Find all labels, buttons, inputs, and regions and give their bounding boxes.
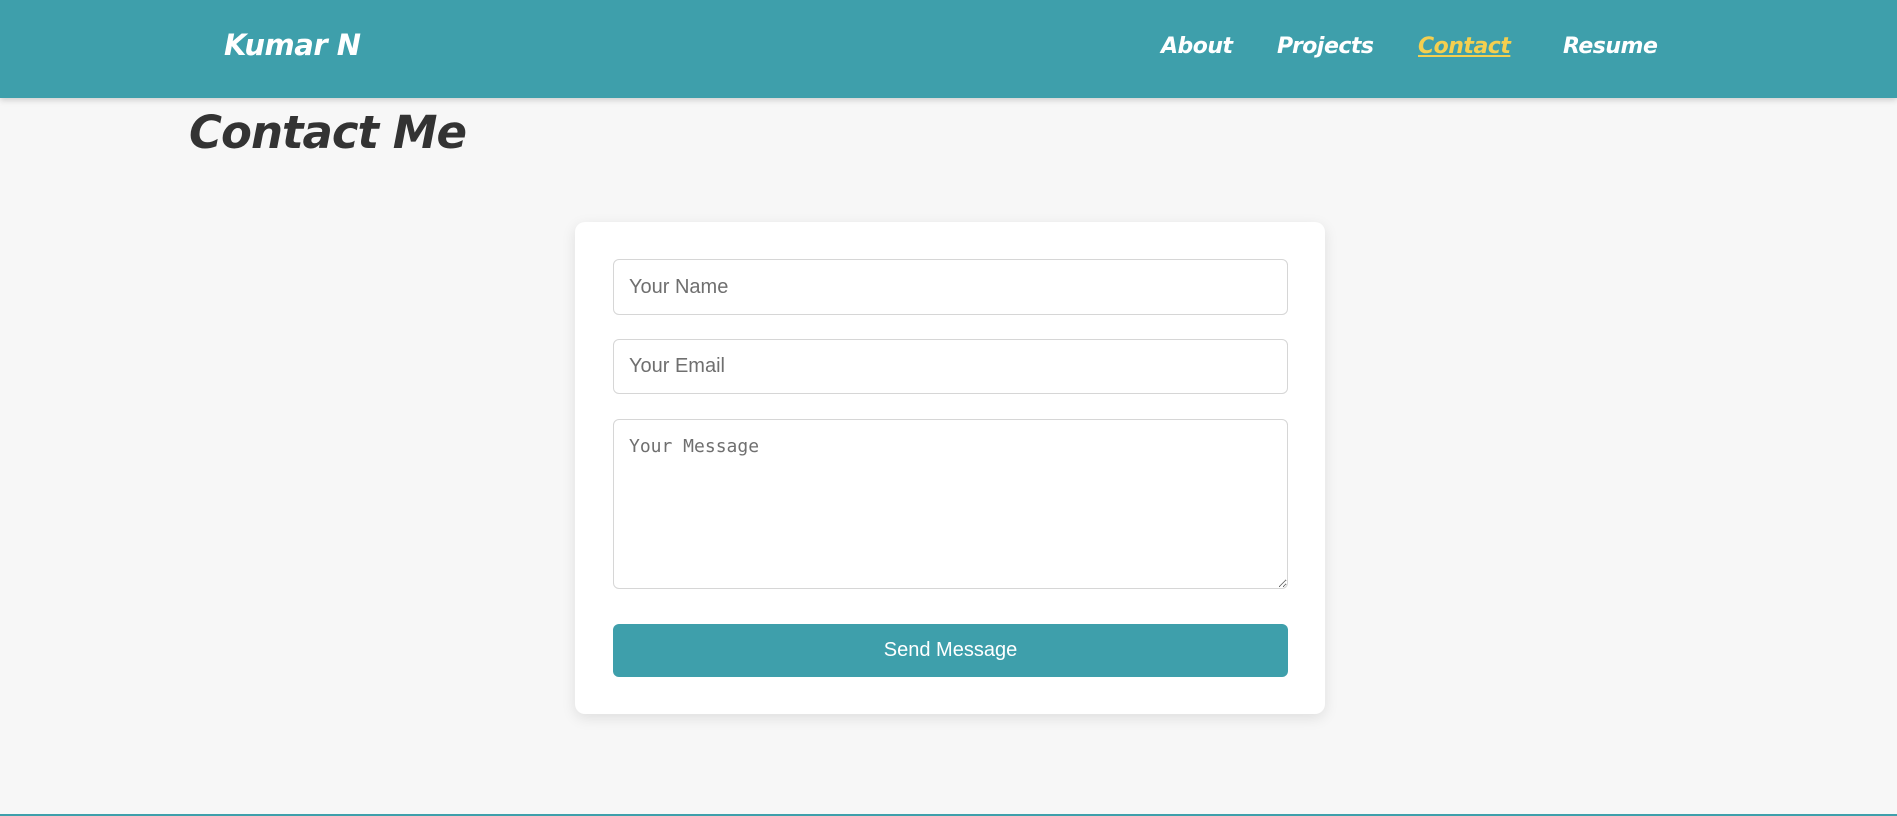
nav-resume[interactable]: Resume: [1563, 34, 1658, 59]
name-input[interactable]: [613, 259, 1288, 315]
site-header: Kumar N About Projects Contact Resume: [0, 0, 1897, 98]
send-message-button[interactable]: Send Message: [613, 624, 1288, 677]
nav-about[interactable]: About: [1161, 34, 1233, 59]
message-textarea[interactable]: [613, 419, 1288, 589]
main-nav: About Projects Contact Resume: [0, 34, 1897, 64]
nav-contact[interactable]: Contact: [1418, 34, 1511, 59]
nav-projects[interactable]: Projects: [1277, 34, 1374, 59]
page-title: Contact Me: [189, 106, 467, 159]
email-input[interactable]: [613, 339, 1288, 394]
contact-form-card: Send Message: [575, 222, 1325, 714]
